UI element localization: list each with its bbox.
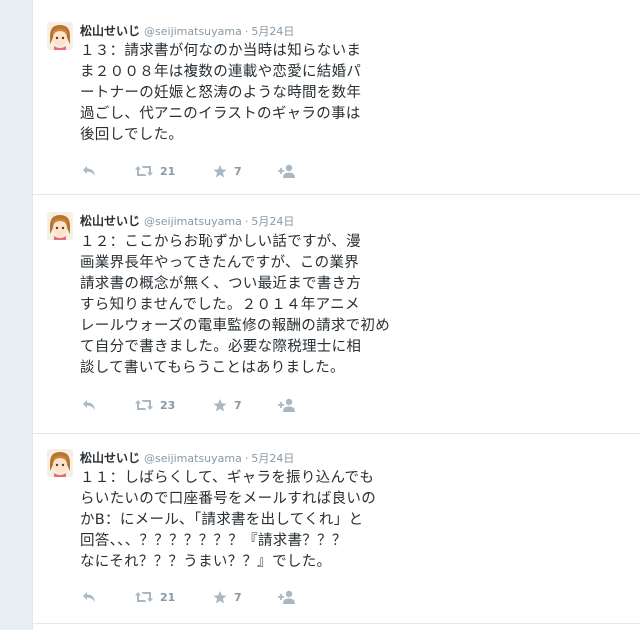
star-icon — [213, 590, 227, 603]
display-name[interactable]: 松山せいじ — [80, 24, 140, 38]
favorite-count: 7 — [234, 590, 242, 604]
separator-dot: · — [244, 452, 249, 465]
username[interactable]: @seijimatsuyama — [144, 452, 242, 465]
timestamp-link[interactable]: 5月24日 — [251, 25, 294, 38]
separator-dot: · — [244, 215, 249, 228]
tweet-header: 松山せいじ @seijimatsuyama · 5月24日 — [80, 450, 294, 466]
follow-button[interactable] — [278, 588, 296, 606]
avatar-illustration — [47, 22, 73, 50]
tweet-header: 松山せいじ @seijimatsuyama · 5月24日 — [80, 213, 294, 229]
tweet-text: １１：しばらくして、ギャラを振り込んでも らいたいので口座番号をメールすれば良い… — [80, 470, 376, 570]
retweet-count: 21 — [160, 590, 176, 604]
avatar-illustration — [47, 449, 73, 477]
favorite-button[interactable]: 7 — [213, 396, 242, 414]
follow-button[interactable] — [278, 162, 296, 180]
reply-icon — [83, 400, 95, 410]
username[interactable]: @seijimatsuyama — [144, 215, 242, 228]
timeline: 松山せいじ @seijimatsuyama · 5月24日 １３：請求書が何なのか当時… — [32, 0, 640, 630]
timestamp-link[interactable]: 5月24日 — [251, 452, 294, 465]
reply-icon — [83, 166, 95, 176]
tweet[interactable]: 松山せいじ @seijimatsuyama · 5月24日 １２：ここからお恥ずかしい… — [33, 195, 640, 434]
follow-icon — [278, 164, 295, 178]
retweet-count: 21 — [160, 164, 176, 178]
reply-button[interactable] — [82, 162, 96, 180]
display-name[interactable]: 松山せいじ — [80, 451, 140, 465]
favorite-button[interactable]: 7 — [213, 588, 242, 606]
reply-icon — [83, 592, 95, 602]
retweet-button[interactable]: 21 — [135, 162, 175, 180]
display-name[interactable]: 松山せいじ — [80, 214, 140, 228]
tweet-text: １３：請求書が何なのか当時は知らないま ま２００８年は複数の連載や恋愛に結婚パ … — [80, 43, 362, 143]
avatar[interactable] — [47, 449, 73, 477]
favorite-count: 7 — [234, 398, 242, 412]
avatar-illustration — [47, 212, 73, 240]
tweet[interactable]: 松山せいじ @seijimatsuyama · 5月24日 １３：請求書が何なのか当時… — [33, 0, 640, 195]
follow-icon — [278, 590, 295, 604]
separator-dot: · — [244, 25, 249, 38]
star-icon — [213, 164, 227, 177]
timestamp-link[interactable]: 5月24日 — [251, 215, 294, 228]
tweet-text: １２：ここからお恥ずかしい話ですが、漫 画業界長年やってきたんですが、この業界 … — [80, 234, 391, 376]
retweet-icon — [135, 166, 153, 176]
tweet[interactable]: 松山せいじ @seijimatsuyama · 5月24日 １１：しばらくして、ギャラ… — [33, 434, 640, 624]
reply-button[interactable] — [82, 588, 96, 606]
favorite-count: 7 — [234, 164, 242, 178]
reply-button[interactable] — [82, 396, 96, 414]
star-icon — [213, 398, 227, 411]
retweet-button[interactable]: 23 — [135, 396, 175, 414]
retweet-count: 23 — [160, 398, 176, 412]
favorite-button[interactable]: 7 — [213, 162, 242, 180]
avatar[interactable] — [47, 22, 73, 50]
retweet-icon — [135, 592, 153, 602]
username[interactable]: @seijimatsuyama — [144, 25, 242, 38]
follow-icon — [278, 398, 295, 412]
avatar[interactable] — [47, 212, 73, 240]
follow-button[interactable] — [278, 396, 296, 414]
retweet-button[interactable]: 21 — [135, 588, 175, 606]
tweet-header: 松山せいじ @seijimatsuyama · 5月24日 — [80, 23, 294, 39]
retweet-icon — [135, 400, 153, 410]
